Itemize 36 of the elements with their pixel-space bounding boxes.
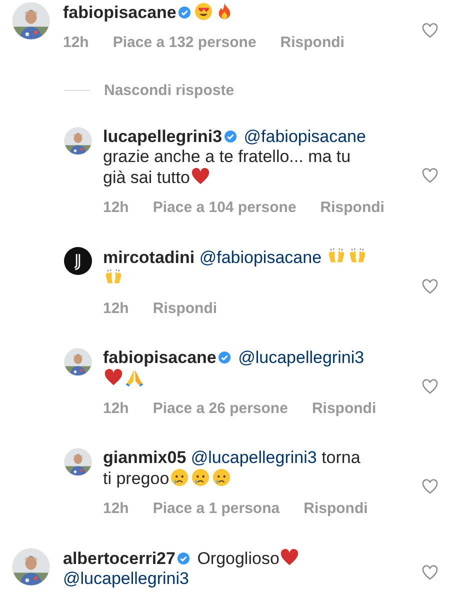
praying-hands-emoji-icon	[125, 368, 144, 387]
likes-link[interactable]: Piace a 132 persone	[112, 34, 256, 50]
comment-text: fabiopisacane @lucapellegrini3	[103, 348, 370, 389]
reply-button[interactable]: Rispondi	[304, 500, 368, 516]
heart-icon[interactable]	[422, 168, 438, 183]
heart-icon[interactable]	[422, 23, 438, 38]
comment-text: fabiopisacane	[63, 2, 370, 23]
reply-button[interactable]: Rispondi	[152, 300, 218, 316]
hide-replies-button[interactable]: Nascondi risposte	[104, 82, 234, 99]
heart-emoji-icon	[190, 167, 210, 186]
comment-time: 12h	[103, 198, 129, 216]
comment-time: 12h	[103, 300, 129, 316]
heart-emoji-icon	[280, 548, 300, 567]
crying-face-emoji-icon	[191, 468, 210, 487]
comment-text: mircotadini @fabiopisacane	[103, 247, 370, 289]
heart-emoji-icon	[104, 368, 123, 387]
likes-link[interactable]: Piace a 1 persona	[152, 500, 280, 516]
comment-time: 12h	[103, 400, 129, 416]
likes-link[interactable]: Piace a 26 persone	[152, 400, 288, 416]
reply-button[interactable]: Rispondi	[280, 34, 344, 50]
avatar-icon[interactable]	[64, 247, 92, 275]
crying-face-emoji-icon	[170, 468, 190, 487]
heart-icon[interactable]	[422, 564, 438, 580]
crying-face-emoji-icon	[212, 468, 232, 487]
comment-text: lucapellegrini3 @fabiopisacane grazie anche a te fratello... ma tu già sai tutto	[103, 127, 367, 188]
comment-text: gianmix05 @lucapellegrini3 torna ti pregoo	[103, 448, 362, 489]
comment-text: albertocerri27 Orgoglioso @lucapellegrini3	[63, 548, 370, 589]
heart-icon[interactable]	[422, 278, 438, 294]
heart-icon[interactable]	[422, 479, 438, 494]
reply-button[interactable]: Rispondi	[312, 400, 376, 416]
heart-eyes-emoji-icon	[194, 2, 214, 21]
comment-time: 12h	[103, 500, 129, 516]
likes-link[interactable]: Piace a 104 persone	[152, 198, 296, 216]
heart-icon[interactable]	[422, 379, 438, 394]
comment-time: 12h	[63, 34, 89, 50]
reply-button[interactable]: Rispondi	[320, 198, 384, 216]
